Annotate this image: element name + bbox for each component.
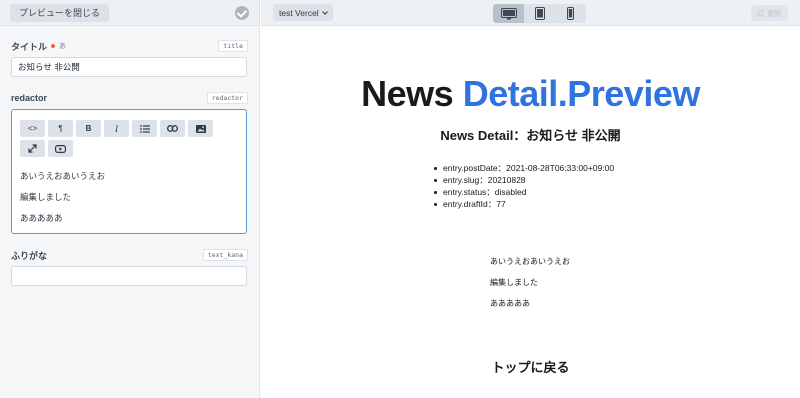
preview-target-dropdown[interactable]: test Vercel <box>273 4 333 21</box>
preview-toolbar: test Vercel 更新 <box>261 0 800 26</box>
redactor-paragraph[interactable]: あああああ <box>20 212 238 233</box>
page-title-accent: Detail.Preview <box>462 73 701 114</box>
title-handle-badge: title <box>218 40 248 52</box>
expand-icon <box>28 144 37 153</box>
title-field-header: タイトル あ title <box>11 38 248 54</box>
furigana-input[interactable] <box>11 266 247 286</box>
video-button[interactable] <box>48 140 73 157</box>
phone-device-button[interactable] <box>555 4 586 23</box>
entry-paragraph: 編集しました <box>490 278 538 287</box>
redactor-content[interactable]: あいうえおあいうえお 編集しました あああああ <box>20 170 238 233</box>
link-button[interactable] <box>160 120 185 137</box>
list-icon <box>139 124 150 133</box>
translit-hint: あ <box>59 43 67 50</box>
entry-meta-item: entry.slug：20210828 <box>434 174 614 186</box>
title-field: タイトル あ title お知らせ 非公開 redactor redactor … <box>0 38 259 286</box>
fullscreen-button[interactable] <box>20 140 45 157</box>
entry-meta-item: entry.status：disabled <box>434 186 614 198</box>
redactor-field-header: redactor redactor <box>11 90 248 106</box>
editor-header: プレビューを閉じる <box>0 0 259 26</box>
page-title-main: News <box>361 73 454 114</box>
phone-icon <box>567 7 574 20</box>
preview-frame: News Detail.Preview News Detail：お知らせ 非公開… <box>261 27 800 398</box>
preview-pane: test Vercel 更新 News Detail.Preview News … <box>261 0 800 398</box>
redactor-toolbar: <> ¶ B I <box>20 120 220 157</box>
required-indicator-icon <box>51 44 56 48</box>
furigana-field-header: ふりがな text_kana <box>11 247 248 263</box>
title-input[interactable]: お知らせ 非公開 <box>11 57 247 77</box>
close-preview-button[interactable]: プレビューを閉じる <box>10 3 110 22</box>
title-label-text: タイトル <box>11 41 48 52</box>
entry-heading: News Detail：お知らせ 非公開 <box>440 128 621 143</box>
chevron-down-icon <box>321 8 328 15</box>
entry-meta-item: entry.draftId：77 <box>434 198 614 210</box>
editor-pane: プレビューを閉じる タイトル あ title お知らせ 非公開 redactor… <box>0 0 260 398</box>
title-label: タイトル あ <box>11 40 66 53</box>
tablet-icon <box>534 7 545 20</box>
tablet-device-button[interactable] <box>524 4 555 23</box>
video-icon <box>55 144 66 153</box>
preview-target-label: test Vercel <box>279 7 319 18</box>
device-switcher <box>493 4 586 23</box>
live-preview-app: プレビューを閉じる タイトル あ title お知らせ 非公開 redactor… <box>0 0 800 398</box>
italic-button[interactable]: I <box>104 120 129 137</box>
redactor-editor[interactable]: <> ¶ B I あいうえおあいうえお 編集しました あああああ <box>11 109 247 234</box>
redactor-handle-badge: redactor <box>206 92 248 104</box>
saved-check-icon <box>235 5 249 20</box>
entry-meta-item: entry.postDate：2021-08-28T06:33:00+09:00 <box>434 162 614 174</box>
desktop-device-button[interactable] <box>493 4 524 23</box>
entry-body: あいうえおあいうえお 編集しました あああああ <box>490 256 570 319</box>
bold-button[interactable]: B <box>76 120 101 137</box>
link-icon <box>167 125 178 132</box>
entry-paragraph: あいうえおあいうえお <box>490 257 570 266</box>
html-code-button[interactable]: <> <box>20 120 45 137</box>
page-title: News Detail.Preview <box>261 73 800 115</box>
desktop-icon <box>500 7 517 19</box>
image-icon <box>195 124 206 133</box>
paragraph-format-button[interactable]: ¶ <box>48 120 73 137</box>
redactor-paragraph[interactable]: あいうえおあいうえお <box>20 170 238 191</box>
furigana-handle-badge: text_kana <box>202 249 248 261</box>
refresh-icon <box>757 9 764 17</box>
furigana-label: ふりがな <box>11 250 48 261</box>
image-button[interactable] <box>188 120 213 137</box>
refresh-label: 更新 <box>767 8 782 18</box>
redactor-paragraph[interactable]: 編集しました <box>20 191 238 212</box>
refresh-button[interactable]: 更新 <box>751 5 788 21</box>
entry-meta-list: entry.postDate：2021-08-28T06:33:00+09:00… <box>434 162 614 210</box>
list-button[interactable] <box>132 120 157 137</box>
entry-paragraph: あああああ <box>490 299 530 308</box>
back-to-top-link[interactable]: トップに戻る <box>261 357 800 376</box>
redactor-label: redactor <box>11 93 48 103</box>
